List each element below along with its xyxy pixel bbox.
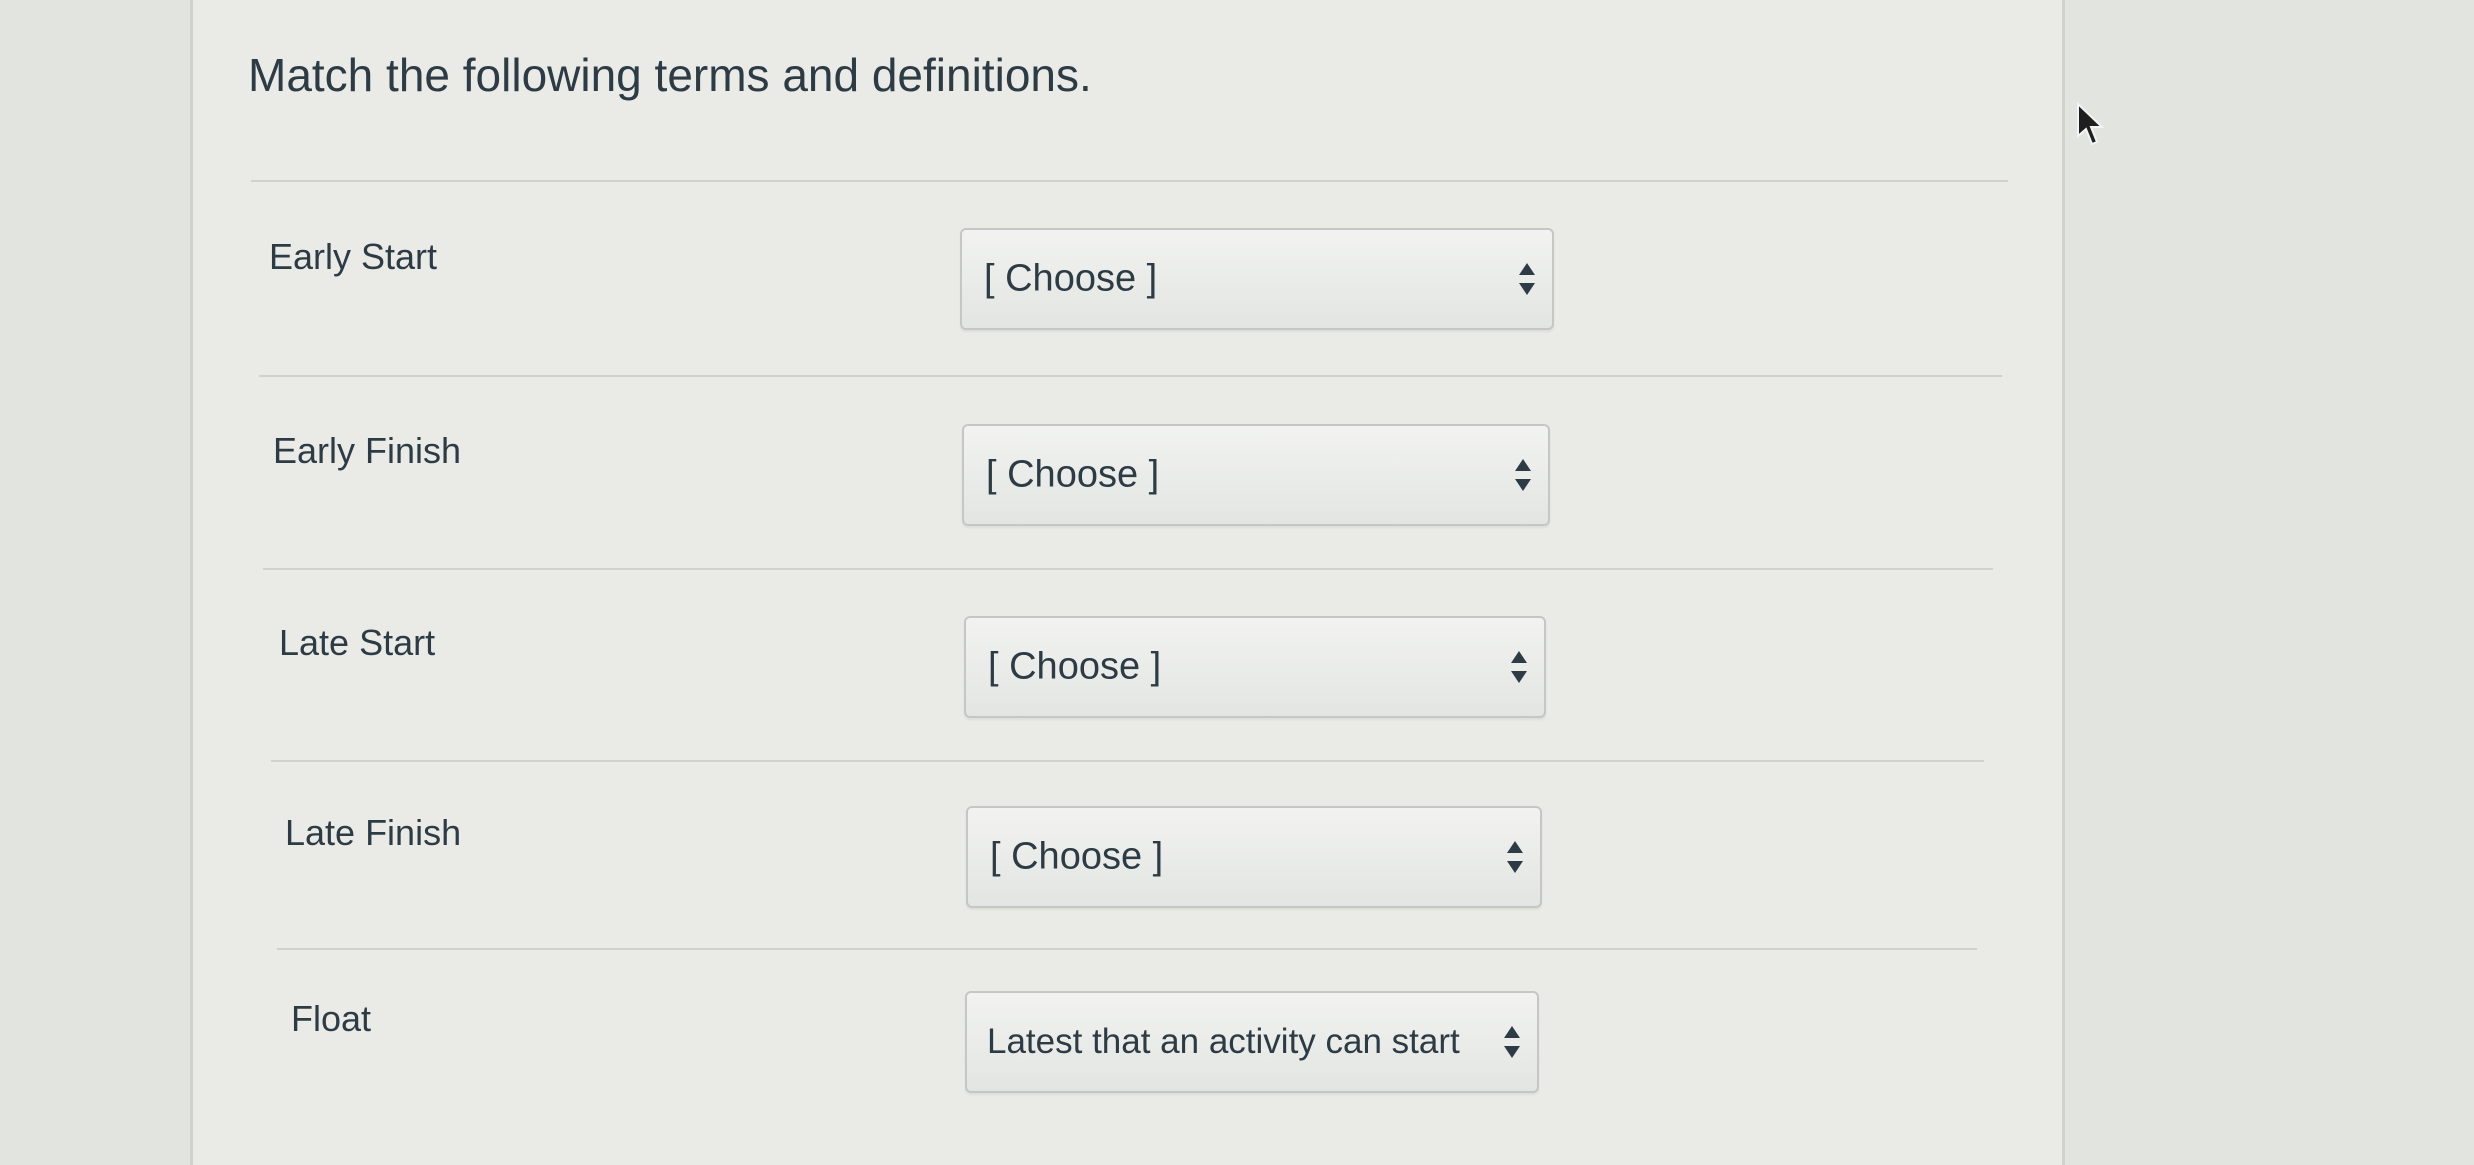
divider: [277, 948, 1977, 950]
divider: [251, 180, 2008, 182]
up-down-arrows-icon: [1507, 841, 1523, 873]
question-prompt: Match the following terms and definition…: [248, 49, 1092, 101]
select-value: Latest that an activity can start: [987, 1022, 1460, 1061]
select-value: [ Choose ]: [990, 835, 1164, 878]
up-down-arrows-icon: [1519, 263, 1535, 295]
term-label-float: Float: [291, 998, 372, 1039]
divider: [263, 568, 1993, 570]
term-label-late-start: Late Start: [279, 622, 436, 663]
answer-select-float[interactable]: Latest that an activity can start: [965, 991, 1539, 1093]
select-value: [ Choose ]: [984, 257, 1158, 300]
select-value: [ Choose ]: [986, 453, 1160, 496]
term-label-early-finish: Early Finish: [273, 430, 462, 471]
divider: [271, 760, 1984, 762]
answer-select-late-finish[interactable]: [ Choose ]: [966, 806, 1542, 908]
up-down-arrows-icon: [1515, 459, 1531, 491]
answer-select-early-start[interactable]: [ Choose ]: [960, 228, 1554, 330]
answer-select-early-finish[interactable]: [ Choose ]: [962, 424, 1550, 526]
question-panel: Match the following terms and definition…: [190, 0, 2065, 1165]
select-value: [ Choose ]: [988, 645, 1162, 688]
mouse-pointer-icon: [2077, 102, 2105, 146]
term-label-early-start: Early Start: [269, 236, 438, 277]
answer-select-late-start[interactable]: [ Choose ]: [964, 616, 1546, 718]
up-down-arrows-icon: [1504, 1026, 1520, 1058]
term-label-late-finish: Late Finish: [285, 812, 462, 853]
up-down-arrows-icon: [1511, 651, 1527, 683]
divider: [259, 375, 2002, 377]
